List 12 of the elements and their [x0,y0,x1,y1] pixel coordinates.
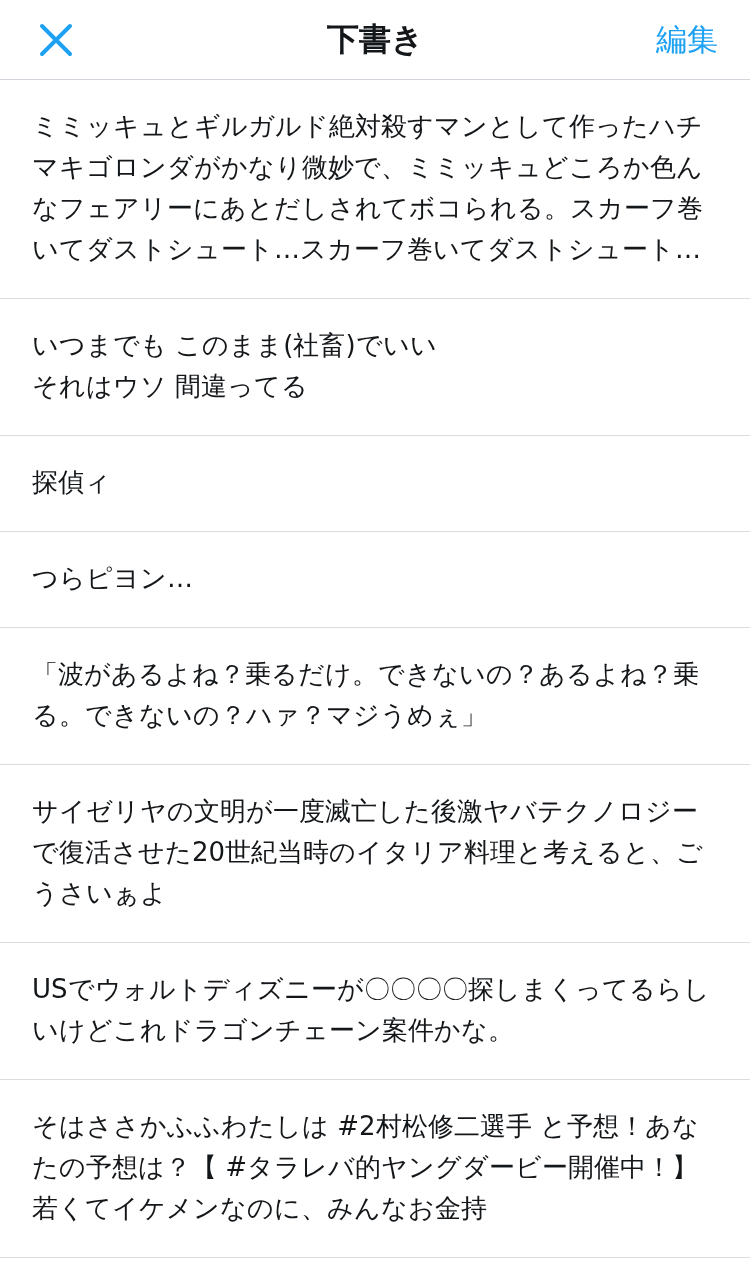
draft-text[interactable]: 「波があるよね？乗るだけ。できないの？あるよね？乗る。できないの？ハァ？マジうめぇ」 [32,654,720,736]
draft-text[interactable]: サイゼリヤの文明が一度滅亡した後激ヤバテクノロジーで復活させた20世紀当時のイタリア料理と考えると、ごうさいぁよ [32,791,720,914]
draft-text[interactable]: いつまでも このまま(社畜)でいい [32,325,437,366]
draft-text[interactable]: そはささかふふわたしは #2村松修二選手 と予想！あなたの予想は？【 #タラレバ的ヤングダービー開催中！】若くてイケメンなのに、みんなお金持 [32,1106,720,1229]
screen-title: 下書き [326,18,424,60]
draft-text[interactable]: 探偵ィ [32,462,111,503]
draft-text[interactable]: ミミッキュとギルガルド絶対殺すマンとして作ったハチマキゴロンダがかなり微妙で、ミミッキュどころか色んなフェアリーにあとだしされてボコられる。スカーフ巻いてダストシュート…スカーフ巻いてダストシュート… [32,106,720,270]
draft-text[interactable]: つらピヨン… [32,558,193,599]
close-icon [39,22,73,57]
draft-text[interactable]: それはウソ 間違ってる [32,366,309,407]
draft-text[interactable]: USでウォルトディズニーが〇〇〇〇探しまくってるらしいけどこれドラゴンチェーン案件かな。 [32,969,720,1051]
close-button[interactable] [38,21,74,58]
